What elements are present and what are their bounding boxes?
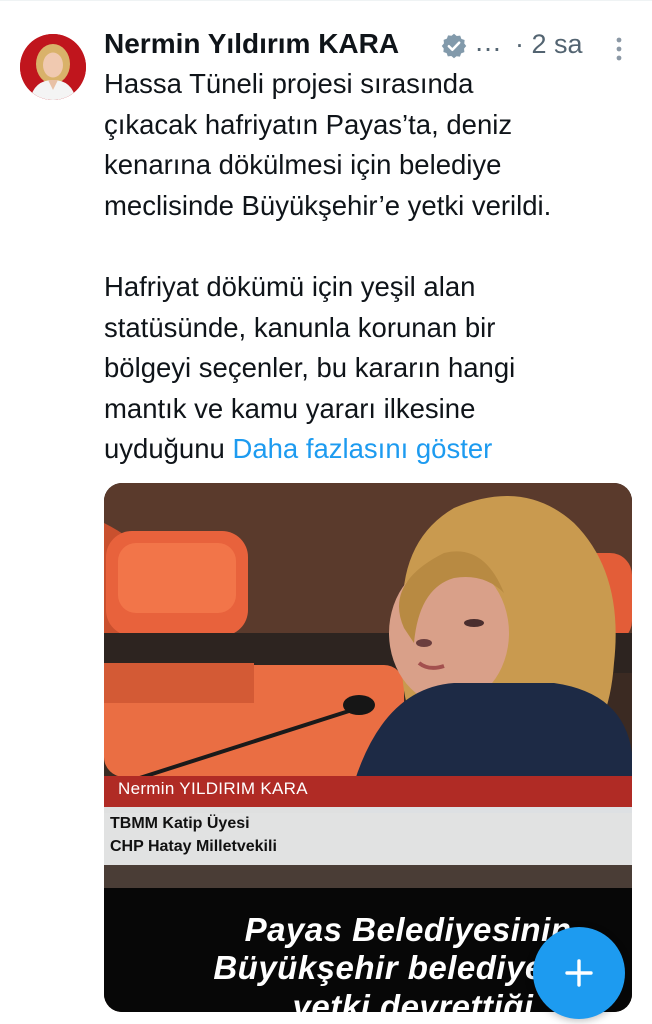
show-more-link[interactable]: Daha fazlasını göster — [232, 433, 492, 464]
tweet-text-line: kenarına dökülmesi için belediye — [104, 149, 502, 181]
timestamp[interactable]: · 2 sa — [515, 29, 583, 60]
plus-icon — [565, 959, 593, 987]
avatar-image — [20, 34, 86, 100]
verified-badge-icon — [441, 33, 467, 59]
avatar[interactable] — [20, 34, 86, 100]
author-name[interactable]: Nermin Yıldırım KARA — [104, 28, 399, 60]
tweet-text-line: statüsünde, kanunla korunan bir — [104, 311, 496, 343]
tweet-text-line: çıkacak hafriyatın Payas’ta, deniz — [104, 108, 513, 140]
top-divider — [0, 0, 652, 1]
tweet-text-line: bölgeyi seçenler, bu kararın hangi — [104, 352, 516, 384]
name-truncation: … — [474, 26, 503, 57]
tweet-text: Hassa Tüneli projesi sırasında çıkacak h… — [104, 64, 639, 470]
tweet-header: Nermin Yıldırım KARA … · 2 sa — [104, 26, 634, 66]
tweet-text-line: Hafriyat dökümü için yeşil alan — [104, 270, 476, 302]
lower-third-role-party: CHP Hatay Milletvekili — [110, 838, 277, 855]
lower-third-name: Nermin YILDIRIM KARA — [118, 779, 308, 798]
tweet-text-line: mantık ve kamu yararı ilkesine — [104, 392, 476, 424]
tweet-text-line: meclisinde Büyükşehir’e yetki verildi. — [104, 189, 552, 221]
tweet-text-fragment: uyduğunu — [104, 433, 233, 465]
tweet-text-last-line: uyduğunu Daha fazlasını göster — [104, 429, 639, 470]
compose-button[interactable] — [533, 927, 625, 1019]
tweet-media-video[interactable]: Nermin YILDIRIM KARA TBMM Katip Üyesi CH… — [104, 483, 632, 1012]
tweet-text-line: Hassa Tüneli projesi sırasında — [104, 68, 474, 99]
more-vertical-icon[interactable] — [607, 34, 631, 64]
lower-third-role-title: TBMM Katip Üyesi — [110, 815, 250, 832]
